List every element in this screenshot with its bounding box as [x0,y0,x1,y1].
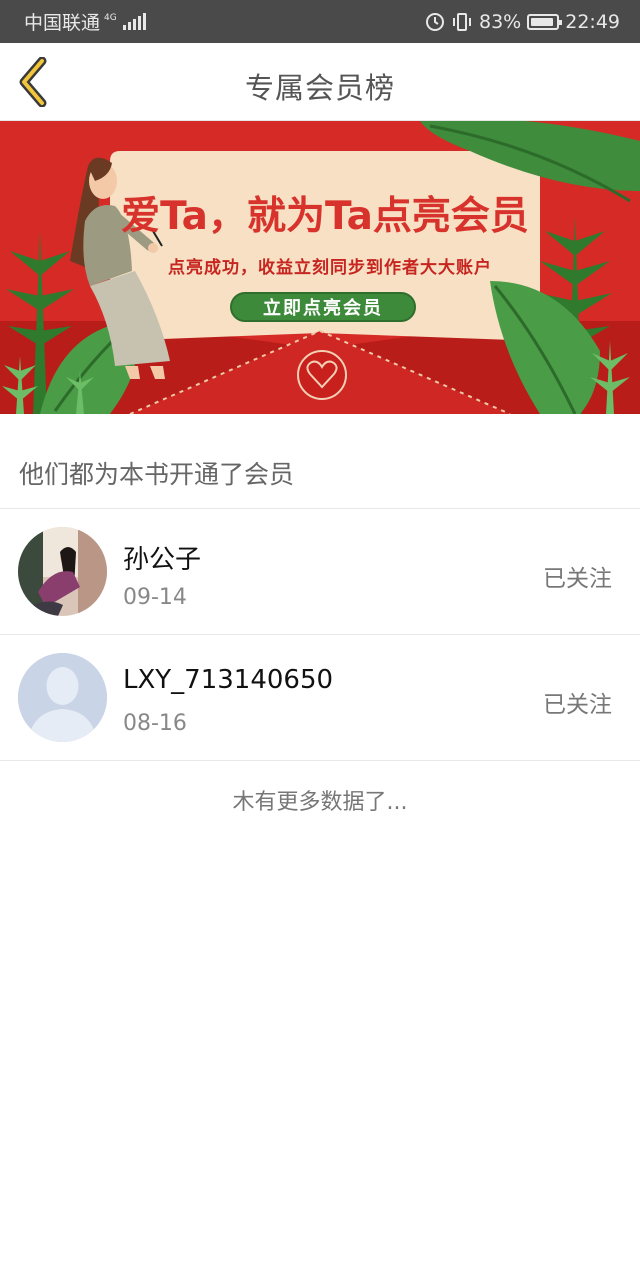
status-bar: 中国联通 4G 83% 22:49 [0,0,640,43]
photo-avatar-icon [18,527,107,616]
page-title: 专属会员榜 [244,71,395,105]
vibrate-icon [453,12,471,31]
member-name: LXY_713140650 [123,665,334,695]
battery-percent: 83% [479,10,522,33]
status-right: 83% 22:49 [425,11,620,33]
app-header: 专属会员榜 [0,43,640,121]
list-item[interactable]: 孙公子 09-14 已关注 [0,509,640,634]
no-more-data-label: 木有更多数据了... [232,790,408,815]
avatar[interactable] [18,653,107,742]
banner-headline: 爱Ta，就为Ta点亮会员 [121,194,529,239]
default-user-icon [18,653,107,742]
status-left: 中国联通 4G [24,8,146,35]
member-name: 孙公子 [123,545,202,575]
network-type: 4G [104,13,117,23]
section-label: 他们都为本书开通了会员 [19,460,295,489]
follow-status-button[interactable]: 已关注 [543,559,612,593]
list-item[interactable]: LXY_713140650 08-16 已关注 [0,635,640,760]
banner-subtitle: 点亮成功，收益立刻同步到作者大大账户 [168,258,492,278]
avatar[interactable] [18,527,107,616]
alarm-icon [426,12,444,31]
light-up-vip-button[interactable]: 立即点亮会员 [230,292,416,322]
vip-promo-banner[interactable]: 爱Ta，就为Ta点亮会员 点亮成功，收益立刻同步到作者大大账户 立即点亮会员 [0,121,640,414]
follow-status-button[interactable]: 已关注 [543,685,612,719]
carrier-label: 中国联通 [24,12,101,34]
clock: 22:49 [565,10,620,33]
heart-seal-icon [297,350,347,400]
battery-icon [527,13,563,30]
member-date: 08-16 [123,711,187,736]
divider [0,760,640,761]
signal-icon [122,12,146,30]
member-date: 09-14 [123,585,187,610]
